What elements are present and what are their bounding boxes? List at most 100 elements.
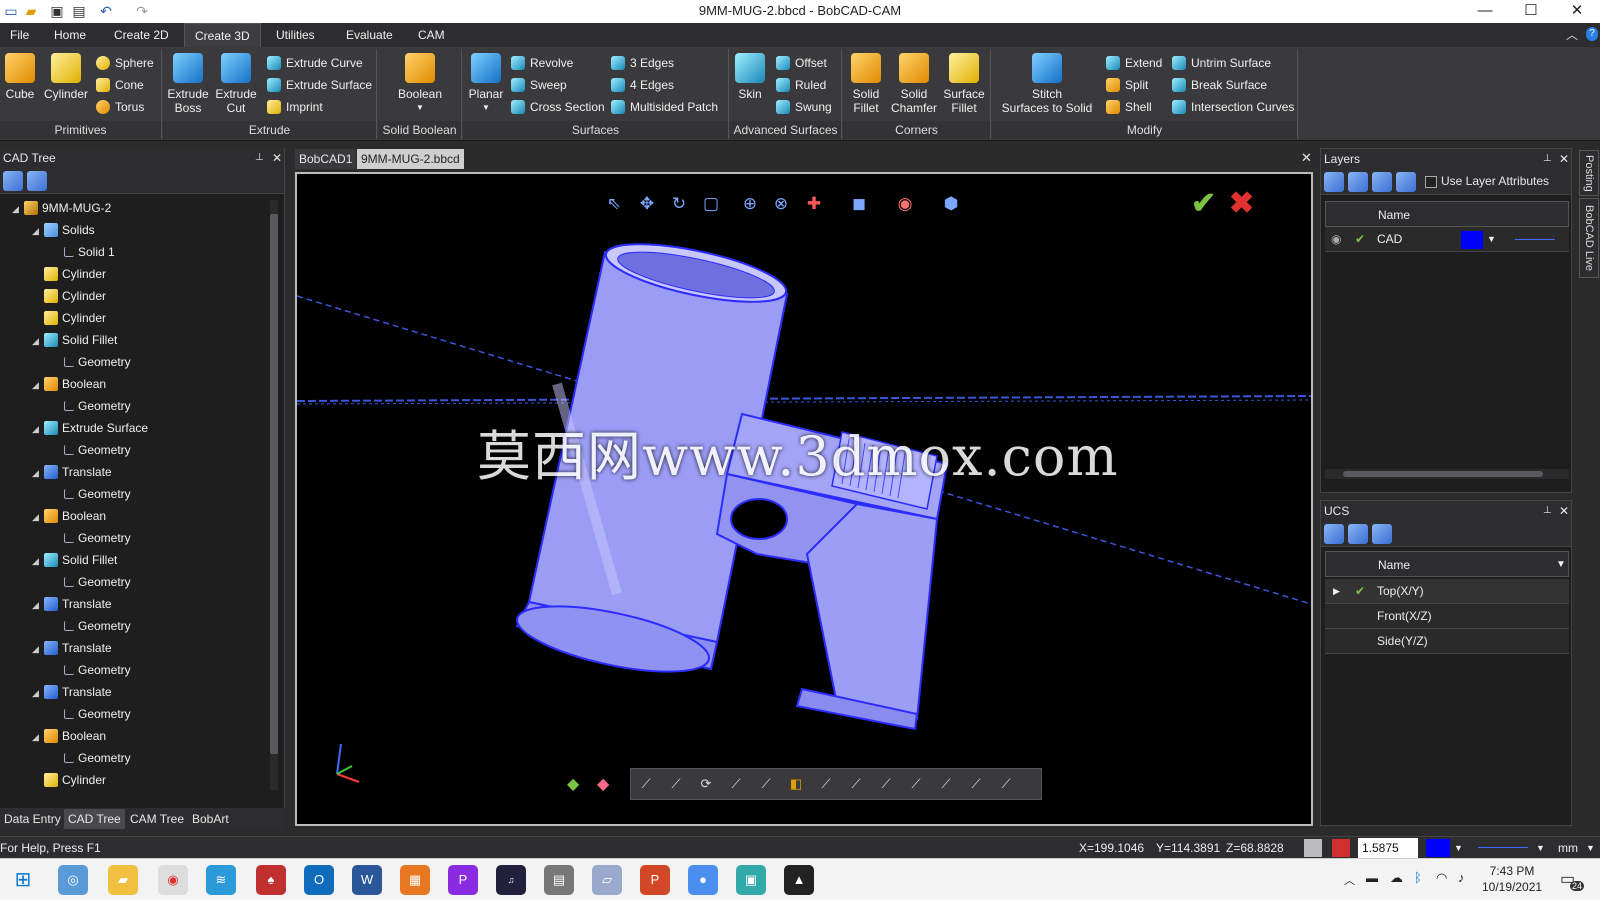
cloud-icon[interactable]: ☁ — [1390, 870, 1403, 886]
menu-evaluate[interactable]: Evaluate — [336, 23, 403, 47]
hide-geometry-icon[interactable]: ◆ — [597, 774, 609, 794]
chevron-down-icon[interactable]: ▼ — [1586, 837, 1595, 859]
expand-toggle-icon[interactable]: ◢ — [32, 375, 44, 396]
line-style-picker[interactable] — [1478, 847, 1528, 848]
eye-icon[interactable]: ◉ — [1331, 227, 1341, 252]
extend-button[interactable]: Extend — [1106, 53, 1162, 74]
tree-item[interactable]: Geometry — [52, 616, 131, 637]
offset-button[interactable]: Offset — [776, 53, 827, 74]
close-button[interactable]: ✕ — [1554, 0, 1600, 23]
tree-item[interactable]: Cylinder — [32, 308, 106, 329]
wifi-icon[interactable]: ◠ — [1436, 870, 1447, 886]
ucs-row-front[interactable]: Front(X/Z) — [1325, 604, 1569, 629]
view-10-icon[interactable]: ⟋ — [901, 769, 931, 799]
extrude-cut-button[interactable]: Extrude Cut — [215, 51, 257, 115]
layers-hscrollbar[interactable] — [1325, 469, 1569, 479]
zoom-window-icon[interactable]: ▢ — [699, 192, 723, 216]
rotate-view-icon[interactable]: ↻ — [667, 192, 691, 216]
clock[interactable]: 7:43 PM 10/19/2021 — [1482, 863, 1542, 895]
tree-item[interactable]: Geometry — [52, 352, 131, 373]
chevron-down-icon[interactable]: ▼ — [1454, 837, 1463, 859]
close-panel-icon[interactable]: ✕ — [1559, 149, 1569, 169]
tree-item[interactable]: ◢ Translate — [32, 594, 112, 615]
erase-tree-icon[interactable] — [27, 171, 47, 191]
tree-item[interactable]: Solid 1 — [52, 242, 115, 263]
3d-viewport[interactable]: 莫西网www.3dmox.com ⇖ ✥ ↻ ▢ ⊕ ⊗ ✚ ◼ ◉ ⬢ ✔ ✖… — [295, 172, 1313, 826]
3-edges-button[interactable]: 3 Edges — [611, 53, 674, 74]
back-view-icon[interactable]: ◧ — [781, 769, 811, 799]
menu-utilities[interactable]: Utilities — [266, 23, 325, 47]
iso-view-icon[interactable]: ⟋ — [631, 769, 661, 799]
tree-item[interactable]: Geometry — [52, 484, 131, 505]
planar-button[interactable]: Planar ▼ — [467, 51, 505, 115]
use-layer-attributes-checkbox[interactable] — [1425, 176, 1437, 188]
select-arrow-icon[interactable]: ⇖ — [602, 192, 626, 216]
tab-9mm-mug-2[interactable]: 9MM-MUG-2.bbcd — [357, 149, 464, 169]
imprint-button[interactable]: Imprint — [267, 97, 323, 118]
layer-color-swatch[interactable] — [1461, 231, 1483, 249]
layer-row[interactable]: ◉ ✔ CAD ▼ — [1325, 227, 1569, 252]
split-button[interactable]: Split — [1106, 75, 1148, 96]
torus-button[interactable]: Torus — [96, 97, 144, 118]
skin-button[interactable]: Skin — [732, 51, 768, 101]
front-view-icon[interactable]: ⟳ — [691, 769, 721, 799]
expand-toggle-icon[interactable]: ◢ — [32, 507, 44, 528]
multisided-patch-button[interactable]: Multisided Patch — [611, 97, 718, 118]
tree-item[interactable]: ◢ Boolean — [32, 726, 106, 747]
tree-item[interactable]: Geometry — [52, 572, 131, 593]
line-style-swatch[interactable] — [1515, 239, 1555, 240]
maximize-button[interactable]: ☐ — [1508, 0, 1554, 23]
ucs-row-top[interactable]: ▶ ✔ Top(X/Y) — [1325, 579, 1569, 604]
zoom-fit-icon[interactable]: ⊕ — [738, 192, 762, 216]
volume-icon[interactable]: ♪ — [1458, 870, 1465, 885]
tray-arrow-icon[interactable]: ︿ — [1344, 872, 1355, 888]
erase-layer-icon[interactable] — [1396, 172, 1416, 192]
add-layer-icon[interactable] — [1324, 172, 1344, 192]
tree-item[interactable]: ◢ Extrude Surface — [32, 418, 148, 439]
tree-item[interactable]: ◢ Translate — [32, 638, 112, 659]
ruled-button[interactable]: Ruled — [776, 75, 826, 96]
pan-icon[interactable]: ✥ — [635, 192, 659, 216]
pin-icon[interactable]: ⊥ — [1543, 149, 1552, 169]
tree-scrollbar[interactable] — [270, 200, 278, 790]
notes-icon[interactable]: ▱ — [592, 865, 622, 895]
active-layer-check-icon[interactable]: ✔ — [1355, 227, 1365, 252]
powerpoint-icon[interactable]: P — [640, 865, 670, 895]
view-12-icon[interactable]: ⟋ — [961, 769, 991, 799]
expand-toggle-icon[interactable]: ◢ — [32, 727, 44, 748]
collapse-ribbon-icon[interactable]: ︿ — [1566, 26, 1578, 43]
untrim-surface-button[interactable]: Untrim Surface — [1172, 53, 1271, 74]
expand-toggle-icon[interactable]: ◢ — [32, 419, 44, 440]
snap-toggle-icon[interactable] — [1304, 839, 1322, 857]
zoom-extents-icon[interactable]: ⊗ — [769, 192, 793, 216]
swung-button[interactable]: Swung — [776, 97, 832, 118]
unit-selector[interactable]: mm — [1558, 837, 1578, 859]
tree-item[interactable]: Geometry — [52, 748, 131, 769]
chevron-down-icon[interactable]: ▼ — [1487, 227, 1496, 252]
intersection-curves-button[interactable]: Intersection Curves — [1172, 97, 1294, 118]
cancel-icon[interactable]: ✖ — [1229, 186, 1254, 221]
store-icon[interactable]: ▣ — [736, 865, 766, 895]
shell-button[interactable]: Shell — [1106, 97, 1152, 118]
view-8-icon[interactable]: ⟋ — [841, 769, 871, 799]
close-document-icon[interactable]: ✕ — [1301, 150, 1312, 166]
extrude-boss-button[interactable]: Extrude Boss — [167, 51, 209, 115]
tree-item[interactable]: ◢ Boolean — [32, 506, 106, 527]
tree-item[interactable]: ◢ Boolean — [32, 374, 106, 395]
media-app-icon[interactable]: P — [448, 865, 478, 895]
tree-item[interactable]: Cylinder — [32, 264, 106, 285]
surface-fillet-button[interactable]: Surface Fillet — [941, 51, 987, 115]
solid-fillet-button[interactable]: Solid Fillet — [845, 51, 887, 115]
tab-cad-tree[interactable]: CAD Tree — [64, 809, 125, 829]
cone-button[interactable]: Cone — [96, 75, 144, 96]
expand-toggle-icon[interactable]: ◢ — [32, 221, 44, 242]
move-layer-down-icon[interactable] — [1372, 172, 1392, 192]
move-layer-up-icon[interactable] — [1348, 172, 1368, 192]
menu-home[interactable]: Home — [44, 23, 96, 47]
cylinder-button[interactable]: Cylinder — [42, 51, 90, 101]
render-mode-icon[interactable]: ⬢ — [939, 192, 963, 216]
battery-icon[interactable]: ▬ — [1366, 871, 1378, 885]
tree-item[interactable]: Geometry — [52, 660, 131, 681]
tree-item[interactable]: ◢ Translate — [32, 462, 112, 483]
tab-posting[interactable]: Posting — [1579, 150, 1599, 196]
